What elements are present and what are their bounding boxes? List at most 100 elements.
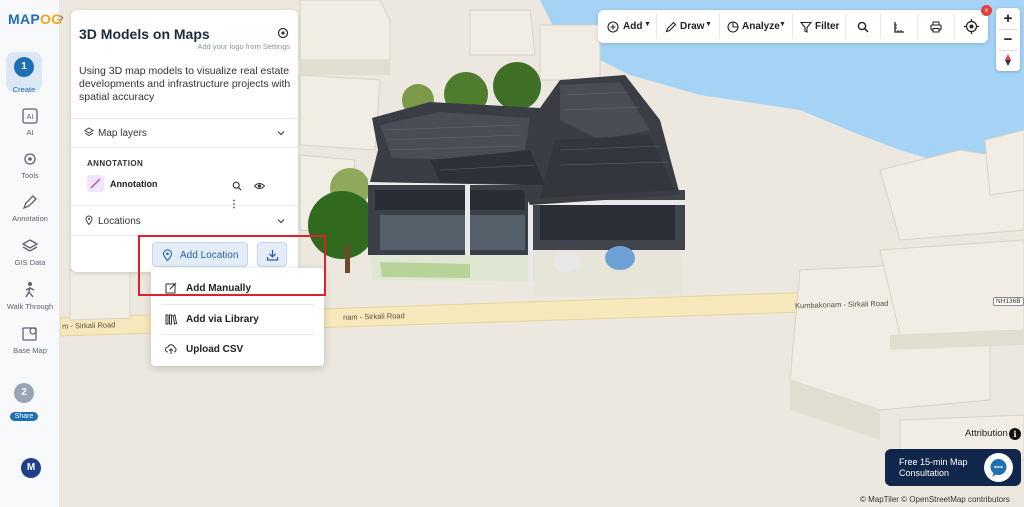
rail-item-annotation[interactable]: Annotation: [0, 193, 60, 223]
step-label: Create: [12, 85, 36, 94]
left-rail: MAPOG 1 Create AI AI Tools Annotation GI…: [0, 0, 62, 507]
filter-icon: [800, 21, 812, 33]
divider: [719, 14, 720, 39]
rail-item-tools[interactable]: Tools: [0, 150, 60, 180]
crosshair-icon: [964, 19, 979, 34]
menu-item-label: Add via Library: [186, 314, 259, 325]
app-logo[interactable]: MAPOG: [8, 11, 62, 27]
info-icon[interactable]: i: [1009, 428, 1021, 440]
add-location-label: Add Location: [180, 250, 239, 261]
printer-icon: [930, 21, 942, 33]
building-block: [879, 239, 1024, 336]
add-location-button[interactable]: Add Location: [152, 242, 248, 267]
walk-icon: [25, 282, 35, 298]
chevron-down-icon[interactable]: [276, 128, 286, 138]
ruler-icon: [894, 22, 904, 33]
chat-button[interactable]: [984, 453, 1013, 482]
consultation-banner[interactable]: Free 15-min Map Consultation: [885, 449, 1021, 486]
zoom-in-button[interactable]: +: [996, 8, 1020, 29]
step-share[interactable]: 2 Share: [6, 378, 42, 421]
location-pin-icon: [85, 215, 93, 225]
print-button[interactable]: [919, 10, 953, 43]
library-icon: [165, 314, 177, 325]
menu-item-add-manually[interactable]: Add Manually: [151, 274, 324, 302]
cloud-upload-icon: [165, 344, 177, 354]
zoom-out-button[interactable]: −: [996, 29, 1020, 50]
annotation-layer-item[interactable]: Annotation: [87, 175, 287, 209]
house-3d-model: [368, 75, 685, 297]
building-block: [984, 129, 1024, 196]
building-block: [299, 74, 381, 151]
layers-icon: [21, 239, 39, 252]
rail-item-ai[interactable]: AI AI: [0, 107, 60, 137]
rail-item-label: Base Map: [13, 346, 47, 355]
caret-down-icon: ▼: [705, 21, 712, 28]
download-button[interactable]: [257, 242, 287, 267]
caret-down-icon: ▼: [644, 21, 651, 28]
map-layers-label: Map layers: [98, 128, 147, 139]
divider: [954, 14, 955, 39]
map-credits[interactable]: © MapTiler © OpenStreetMap contributors: [860, 495, 1010, 504]
step-number: 1: [14, 57, 34, 77]
menu-item-upload-csv[interactable]: Upload CSV: [151, 335, 324, 363]
collapse-rail-icon[interactable]: ›: [60, 12, 70, 30]
pen-icon: [22, 195, 37, 210]
download-icon: [266, 250, 279, 261]
edit-icon: [165, 282, 177, 294]
divider: [71, 118, 298, 119]
map-layers-row[interactable]: Map layers: [84, 127, 147, 139]
add-label: Add: [623, 21, 643, 32]
draw-button[interactable]: Draw ▼: [658, 10, 718, 43]
logo-hint[interactable]: Add your logo from Settings: [197, 42, 290, 51]
caret-down-icon: ▼: [779, 21, 786, 28]
annotation-layer-name: Annotation: [110, 179, 158, 189]
rail-item-label: GIS Data: [14, 258, 46, 267]
step-label: Share: [9, 412, 39, 421]
line-icon: [90, 178, 101, 189]
avatar[interactable]: M: [21, 458, 41, 478]
gear-icon: [24, 153, 36, 165]
search-icon: [857, 21, 869, 33]
locations-label: Locations: [98, 216, 141, 227]
step-number: 2: [14, 383, 34, 403]
search-button[interactable]: [847, 10, 879, 43]
attribution-label[interactable]: Attribution: [965, 428, 1008, 439]
menu-item-add-via-library[interactable]: Add via Library: [151, 305, 324, 333]
rail-item-label: Walk Through: [6, 302, 54, 311]
highway-badge: NH136B: [993, 297, 1024, 306]
zoom-to-layer-icon[interactable]: [232, 178, 242, 191]
annotation-heading: ANNOTATION: [87, 159, 144, 168]
building-block: [469, 9, 536, 56]
filter-label: Filter: [815, 21, 840, 32]
compass-icon: [1005, 54, 1011, 66]
step-create[interactable]: 1 Create: [6, 52, 42, 94]
reset-bearing-button[interactable]: [996, 50, 1020, 71]
map-description: Using 3D map models to visualize real es…: [79, 65, 291, 103]
rail-item-label: AI: [26, 128, 34, 137]
divider: [71, 147, 298, 148]
building-block: [299, 0, 391, 61]
filter-button[interactable]: Filter: [794, 10, 844, 43]
locations-row[interactable]: Locations: [84, 215, 141, 227]
building-block: [539, 24, 601, 81]
map-toolbar: Add ▼ Draw ▼ Analyze ▼ Filter: [598, 10, 988, 43]
annotation-swatch: [87, 175, 104, 192]
road-label: nam - Sirkali Road: [342, 311, 405, 322]
chevron-down-icon[interactable]: [276, 216, 286, 226]
settings-gear-icon[interactable]: [276, 26, 290, 40]
menu-item-label: Upload CSV: [186, 344, 244, 355]
eye-icon[interactable]: [254, 178, 266, 189]
analyze-button[interactable]: Analyze ▼: [721, 10, 791, 43]
rail-item-base-map[interactable]: Base Map: [0, 325, 60, 355]
add-button[interactable]: Add ▼: [598, 10, 654, 43]
measure-button[interactable]: [882, 10, 916, 43]
rail-item-gis-data[interactable]: GIS Data: [0, 237, 60, 267]
side-panel: 3D Models on Maps Add your logo from Set…: [71, 10, 298, 272]
divider: [656, 14, 657, 39]
building-block: [69, 267, 131, 321]
divider: [880, 14, 881, 39]
divider: [792, 14, 793, 39]
rail-item-walk-through[interactable]: Walk Through: [0, 281, 60, 311]
close-toolbar-icon[interactable]: ×: [981, 5, 992, 16]
divider: [845, 14, 846, 39]
